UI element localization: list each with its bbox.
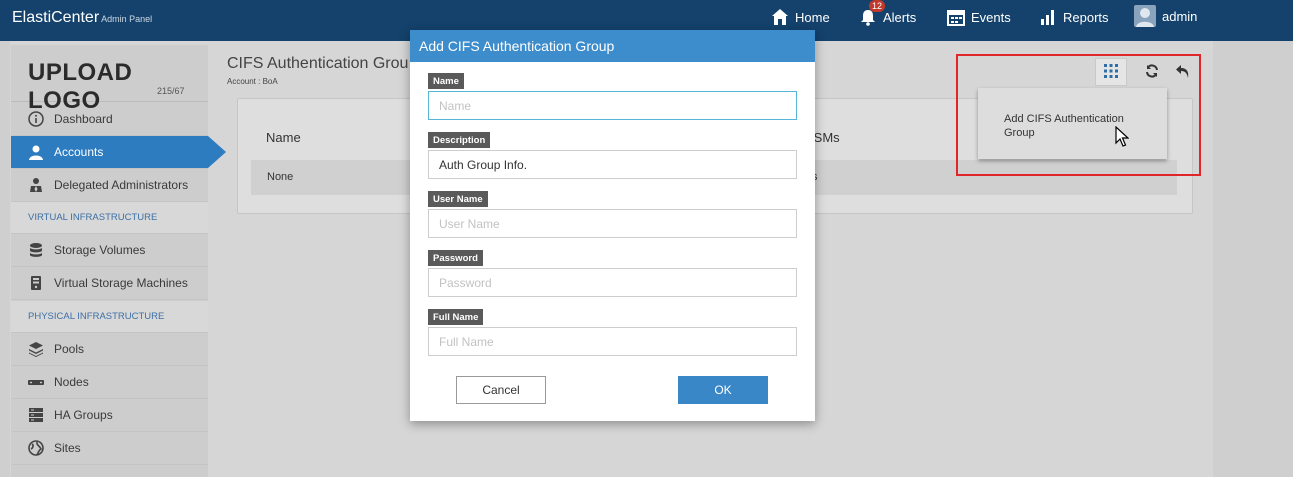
column-header-name[interactable]: Name bbox=[266, 130, 301, 145]
alerts-count-badge: 12 bbox=[869, 0, 886, 12]
table-cell-name: None bbox=[267, 171, 294, 183]
fullname-field[interactable] bbox=[428, 327, 797, 356]
sidebar-section-physical: PHYSICAL INFRASTRUCTURE bbox=[11, 301, 208, 333]
nav-events[interactable]: Events bbox=[947, 8, 1011, 26]
sidebar-item-label: Virtual Storage Machines bbox=[54, 276, 188, 290]
nav-alerts[interactable]: 12 Alerts bbox=[859, 0, 917, 26]
sidebar-item-ha-groups[interactable]: HA Groups bbox=[11, 399, 208, 432]
node-icon bbox=[28, 374, 44, 390]
home-icon bbox=[771, 8, 789, 26]
sidebar-item-label: Nodes bbox=[54, 375, 89, 389]
sidebar-item-label: Storage Volumes bbox=[54, 243, 146, 257]
calendar-icon bbox=[947, 8, 965, 26]
sidebar-item-label: Accounts bbox=[54, 145, 104, 159]
sidebar-item-label: Delegated Administrators bbox=[54, 178, 189, 192]
info-circle-icon bbox=[28, 111, 44, 127]
sidebar-section-virtual: VIRTUAL INFRASTRUCTURE bbox=[11, 202, 208, 234]
users-icon bbox=[28, 177, 44, 193]
sidebar-item-label: Pools bbox=[54, 342, 85, 356]
cancel-button[interactable]: Cancel bbox=[456, 376, 546, 404]
sidebar-item-storage-volumes[interactable]: Storage Volumes bbox=[11, 234, 208, 267]
nav-reports-label: Reports bbox=[1063, 9, 1109, 25]
sidebar-item-delegated-administrators[interactable]: Delegated Administrators bbox=[11, 169, 208, 202]
brand-subtitle: Admin Panel bbox=[101, 14, 153, 24]
dialog-title: Add CIFS Authentication Group bbox=[410, 30, 815, 62]
nav-events-label: Events bbox=[971, 9, 1011, 25]
nav-user-menu[interactable]: admin bbox=[1134, 5, 1197, 27]
description-field[interactable] bbox=[428, 150, 797, 179]
sidebar-item-pools[interactable]: Pools bbox=[11, 333, 208, 366]
user-name: admin bbox=[1162, 8, 1198, 24]
brand-name: ElastiCenter bbox=[12, 9, 100, 26]
user-icon bbox=[28, 144, 44, 160]
nav-home[interactable]: Home bbox=[771, 8, 830, 26]
stack-icon bbox=[28, 407, 44, 423]
password-field[interactable] bbox=[428, 268, 797, 297]
nav-home-label: Home bbox=[795, 9, 830, 25]
sidebar-item-label: Sites bbox=[54, 441, 81, 455]
name-label: Name bbox=[428, 73, 464, 89]
layers-icon bbox=[28, 341, 44, 357]
sidebar-item-accounts[interactable]: Accounts bbox=[11, 136, 226, 169]
sidebar-item-virtual-storage-machines[interactable]: Virtual Storage Machines bbox=[11, 267, 208, 300]
upload-logo-size: 215/67 bbox=[157, 86, 185, 96]
mouse-cursor-icon bbox=[1115, 125, 1130, 151]
sidebar-item-sites[interactable]: Sites bbox=[11, 432, 208, 465]
avatar bbox=[1134, 5, 1156, 27]
highlight-annotation bbox=[956, 54, 1201, 176]
nav-reports[interactable]: Reports bbox=[1039, 8, 1109, 26]
username-label: User Name bbox=[428, 191, 488, 207]
page-title: CIFS Authentication Grou bbox=[227, 55, 409, 72]
bar-chart-icon bbox=[1039, 8, 1057, 26]
brand-logo[interactable]: ElastiCenter Admin Panel bbox=[12, 9, 152, 27]
sidebar-item-label: Dashboard bbox=[54, 112, 113, 126]
password-label: Password bbox=[428, 250, 483, 266]
globe-icon bbox=[28, 440, 44, 456]
fullname-label: Full Name bbox=[428, 309, 484, 325]
ok-button[interactable]: OK bbox=[678, 376, 768, 404]
database-icon bbox=[28, 242, 44, 258]
nav-alerts-label: Alerts bbox=[883, 9, 917, 25]
description-label: Description bbox=[428, 132, 491, 148]
username-field[interactable] bbox=[428, 209, 797, 238]
server-icon bbox=[28, 275, 44, 291]
name-field[interactable] bbox=[428, 91, 797, 120]
bell-icon: 12 bbox=[859, 0, 886, 26]
upload-logo-area[interactable]: UPLOAD LOGO 215/67 bbox=[11, 45, 208, 114]
sidebar-item-dashboard[interactable]: Dashboard bbox=[11, 103, 208, 136]
add-cifs-group-dialog: Add CIFS Authentication Group Name Descr… bbox=[410, 30, 815, 421]
sidebar-item-label: HA Groups bbox=[54, 408, 113, 422]
sidebar-item-nodes[interactable]: Nodes bbox=[11, 366, 208, 399]
page-subtitle: Account : BoA bbox=[227, 77, 278, 86]
